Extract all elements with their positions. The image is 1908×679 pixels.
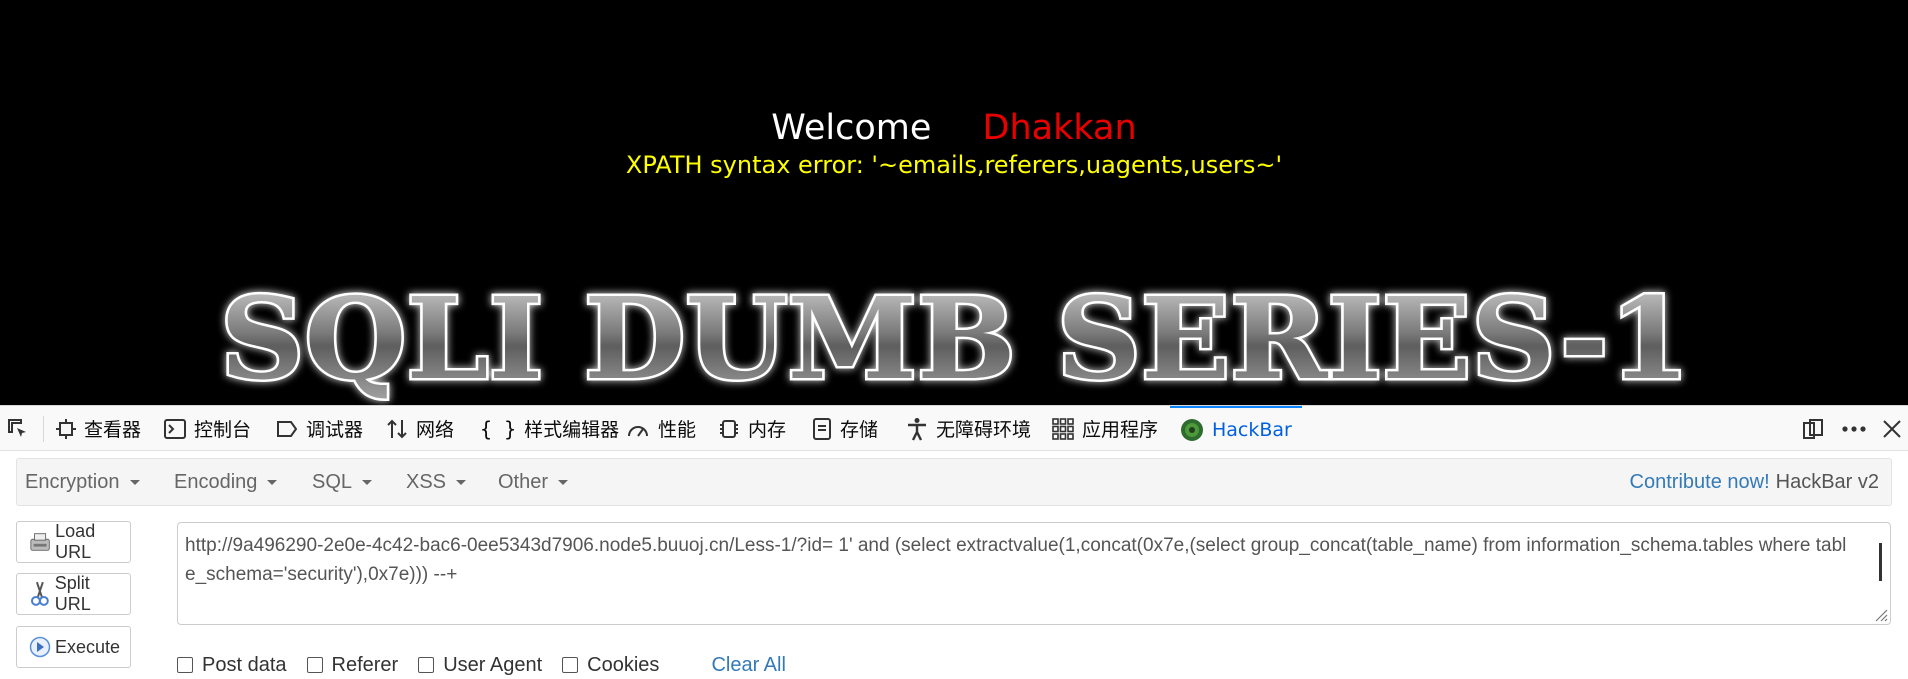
url-text: http://9a496290-2e0e-4c42-bac6-0ee5343d7… <box>185 535 1847 585</box>
hackbar-brand-area: Contribute now! HackBar v2 <box>1630 459 1879 505</box>
tab-storage[interactable]: 存储 <box>812 406 878 451</box>
clear-all-link[interactable]: Clear All <box>711 654 785 677</box>
load-url-icon <box>30 533 50 551</box>
hackbar-version-label: HackBar v2 <box>1775 470 1879 493</box>
debugger-icon <box>277 420 298 437</box>
hackbar-menu-bar: Encryption Encoding SQL XSS Other Contri… <box>16 458 1892 506</box>
textarea-scrollbar[interactable] <box>1879 543 1882 581</box>
devtools-toolbar: 查看器 控制台 调试器 网络 { } 样式编辑器 性能 内存 存储 无障碍环境 <box>0 405 1908 451</box>
tab-style-editor[interactable]: { } 样式编辑器 <box>480 406 619 451</box>
network-icon <box>387 419 407 438</box>
caret-down-icon <box>558 479 569 485</box>
tab-debugger[interactable]: 调试器 <box>276 406 363 451</box>
caret-down-icon <box>362 479 373 485</box>
inspector-icon <box>56 418 76 439</box>
caret-down-icon <box>267 479 278 485</box>
menu-encryption[interactable]: Encryption <box>25 459 140 505</box>
menu-xss[interactable]: XSS <box>406 459 467 505</box>
toolbar-divider <box>43 416 44 442</box>
contribute-link[interactable]: Contribute now! <box>1630 471 1770 494</box>
more-options-button[interactable] <box>1842 406 1866 451</box>
checkbox-box[interactable] <box>418 657 435 673</box>
tab-application[interactable]: 应用程序 <box>1052 406 1158 451</box>
checkbox-box[interactable] <box>306 657 323 673</box>
url-textarea[interactable]: http://9a496290-2e0e-4c42-bac6-0ee5343d7… <box>177 522 1891 625</box>
checkbox-box[interactable] <box>177 657 193 673</box>
tab-hackbar[interactable]: HackBar <box>1170 406 1302 451</box>
element-picker-icon[interactable] <box>6 406 38 451</box>
close-icon <box>1883 419 1901 438</box>
style-editor-icon: { } <box>480 416 517 441</box>
sqli-dumb-series-banner: SQLI DUMB SERIES-1 <box>218 272 1693 406</box>
tab-memory[interactable]: 内存 <box>718 406 786 451</box>
user-agent-checkbox[interactable]: User Agent <box>418 654 542 677</box>
resize-grip-icon[interactable] <box>1872 606 1888 622</box>
xpath-error-message: XPATH syntax error: '~emails,referers,ua… <box>625 151 1283 179</box>
scissors-icon <box>30 581 49 606</box>
welcome-text: Welcome <box>771 108 932 148</box>
tab-performance[interactable]: 性能 <box>626 406 696 451</box>
menu-other[interactable]: Other <box>498 459 569 505</box>
banner-title: SQLI DUMB SERIES-1 <box>220 274 1690 405</box>
dock-side-button[interactable] <box>1802 406 1824 451</box>
performance-icon <box>628 425 648 437</box>
cookies-checkbox[interactable]: Cookies <box>562 654 659 677</box>
tab-inspector[interactable]: 查看器 <box>56 406 141 451</box>
checkbox-box[interactable] <box>562 657 579 673</box>
caret-down-icon <box>129 479 140 485</box>
hackbar-icon <box>1181 418 1203 441</box>
username-text: Dhakkan <box>982 108 1137 148</box>
post-data-checkbox[interactable]: Post data <box>177 654 287 677</box>
tab-network[interactable]: 网络 <box>386 406 454 451</box>
play-icon <box>29 636 51 658</box>
close-devtools-button[interactable] <box>1882 406 1902 451</box>
memory-icon <box>720 419 738 438</box>
execute-button[interactable]: Execute <box>16 626 131 668</box>
split-url-button[interactable]: Split URL <box>16 573 131 615</box>
caret-down-icon <box>456 479 467 485</box>
referer-checkbox[interactable]: Referer <box>306 654 398 677</box>
accessibility-icon <box>908 417 926 441</box>
storage-icon <box>813 417 831 440</box>
tab-console[interactable]: 控制台 <box>164 406 251 451</box>
application-icon <box>1052 417 1074 440</box>
menu-sql[interactable]: SQL <box>312 459 373 505</box>
welcome-line: Welcome Dhakkan <box>0 104 1908 152</box>
menu-encoding[interactable]: Encoding <box>174 459 278 505</box>
load-url-button[interactable]: Load URL <box>16 521 131 563</box>
console-icon <box>164 418 186 439</box>
tab-accessibility[interactable]: 无障碍环境 <box>906 406 1031 451</box>
dock-icon <box>1803 418 1823 439</box>
ellipsis-icon <box>1842 425 1866 432</box>
web-page-content: Welcome Dhakkan XPATH syntax error: '~em… <box>0 0 1908 405</box>
